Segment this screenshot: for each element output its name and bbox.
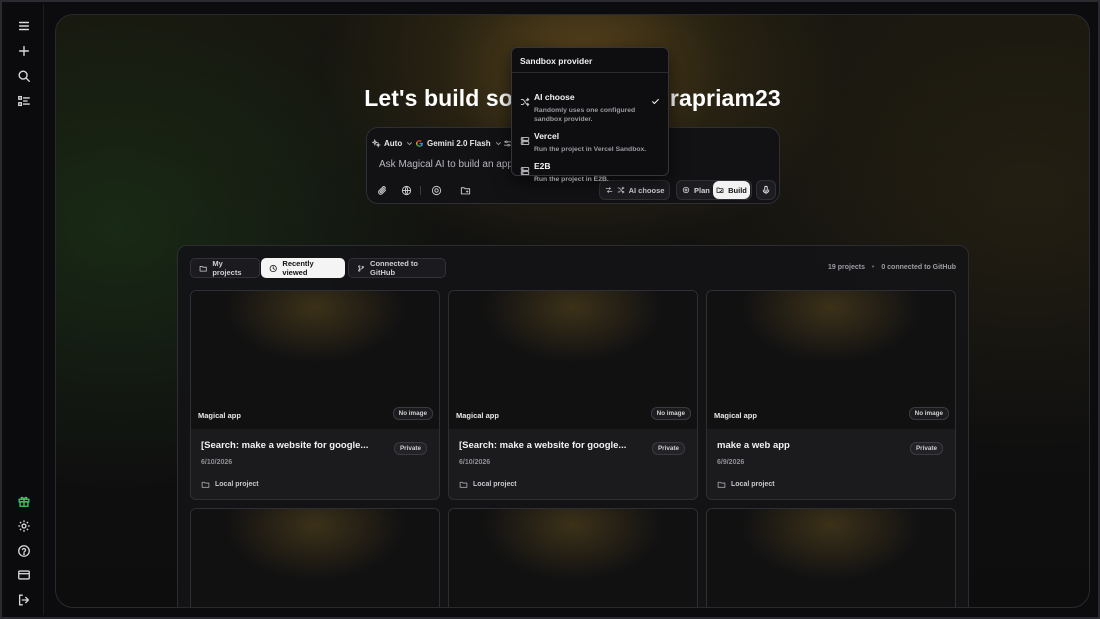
folder-icon	[201, 481, 210, 488]
toolbar-divider	[420, 186, 421, 195]
git-branch-icon	[358, 264, 364, 272]
menu-item-label: AI choose	[534, 92, 575, 102]
project-location: Local project	[459, 480, 517, 489]
help-icon[interactable]	[14, 541, 34, 561]
project-date: 6/10/2026	[459, 459, 491, 466]
tab-recently-viewed[interactable]: Recently viewed	[261, 258, 345, 278]
location-label: Local project	[473, 481, 517, 488]
gear-icon[interactable]	[14, 516, 34, 536]
project-location: Local project	[717, 480, 775, 489]
model-label: Gemini 2.0 Flash	[427, 138, 491, 148]
tab-my-projects[interactable]: My projects	[190, 258, 260, 278]
visibility-badge: Private	[393, 442, 427, 455]
visibility-badge: Private	[909, 442, 943, 455]
folder-icon	[459, 481, 468, 488]
project-thumbnail	[191, 509, 439, 607]
no-image-badge: No image	[650, 407, 691, 420]
search-icon[interactable]	[14, 66, 34, 86]
menu-item-e2b[interactable]: E2B Run the project in E2B.	[512, 161, 668, 183]
project-thumbnail: Magical app No image	[191, 291, 439, 429]
menu-item-description: Run the project in E2B.	[534, 176, 609, 183]
microphone-icon[interactable]	[756, 180, 776, 200]
folder-import-icon[interactable]	[458, 183, 472, 197]
google-g-icon	[416, 139, 423, 147]
project-date: 6/9/2026	[717, 459, 745, 466]
project-card[interactable]: Magical app No image [Search: make a web…	[448, 290, 698, 500]
folder-icon	[199, 265, 207, 271]
main-panel: Let's build so rapriam23 Auto Gemini 2.0 …	[55, 14, 1090, 608]
github-count: 0 connected to GitHub	[881, 264, 956, 271]
menu-item-description: Run the project in Vercel Sandbox.	[534, 146, 647, 153]
mode-label: Auto	[384, 138, 403, 148]
menu-item-label: E2B	[534, 161, 551, 171]
project-stats: 19 projects • 0 connected to GitHub	[828, 264, 956, 271]
thumbnail-label: Magical app	[198, 411, 241, 420]
project-thumbnail	[449, 509, 697, 607]
project-card[interactable]	[448, 508, 698, 607]
app-window: Let's build so rapriam23 Auto Gemini 2.0 …	[0, 0, 1100, 619]
location-label: Local project	[731, 481, 775, 488]
plan-label[interactable]: Plan	[694, 186, 710, 195]
shuffle-icon	[520, 94, 530, 107]
tab-label: My projects	[212, 259, 242, 277]
server-icon	[520, 133, 530, 145]
server-icon	[520, 163, 530, 175]
headline-start: Let's build so	[364, 85, 513, 111]
web-globe-icon[interactable]	[399, 183, 413, 197]
project-card[interactable]: Magical app No image make a web app Priv…	[706, 290, 956, 500]
menu-item-description: Randomly uses one configured sandbox pro…	[534, 107, 636, 123]
project-card[interactable]: Magical app No image [Search: make a web…	[190, 290, 440, 500]
left-rail	[4, 4, 44, 615]
headline-end: rapriam23	[669, 85, 781, 111]
projects-panel: My projects Recently viewed Connected to…	[177, 245, 969, 607]
thumbnail-label: Magical app	[714, 411, 757, 420]
checklist-icon[interactable]	[14, 91, 34, 111]
project-thumbnail	[707, 509, 955, 607]
checkmark-icon	[651, 93, 660, 105]
project-count: 19 projects	[828, 264, 865, 271]
project-location: Local project	[201, 480, 259, 489]
location-label: Local project	[215, 481, 259, 488]
tab-label: Recently viewed	[282, 259, 314, 277]
no-image-badge: No image	[908, 407, 949, 420]
build-label: Build	[728, 185, 747, 195]
project-thumbnail: Magical app No image	[707, 291, 955, 429]
build-button[interactable]: Build	[713, 181, 750, 199]
gift-icon[interactable]	[14, 491, 34, 511]
project-title: make a web app	[717, 440, 790, 451]
clock-icon	[269, 264, 277, 272]
tab-connected-github[interactable]: Connected to GitHub	[348, 258, 446, 278]
folder-icon	[717, 481, 726, 488]
menu-divider	[512, 72, 668, 73]
menu-item-label: Vercel	[534, 131, 560, 141]
visibility-badge: Private	[651, 442, 685, 455]
sandbox-pill-label: AI choose	[628, 185, 665, 195]
tab-label: Connected to GitHub	[370, 259, 418, 277]
project-card[interactable]	[706, 508, 956, 607]
menu-item-ai-choose[interactable]: AI choose Randomly uses one configured s…	[512, 92, 668, 123]
no-image-badge: No image	[392, 407, 433, 420]
mode-selector[interactable]: Auto	[372, 136, 414, 150]
figma-icon[interactable]	[429, 183, 443, 197]
thumbnail-label: Magical app	[456, 411, 499, 420]
menu-item-vercel[interactable]: Vercel Run the project in Vercel Sandbox…	[512, 131, 668, 153]
model-selector[interactable]: Gemini 2.0 Flash	[415, 136, 503, 150]
attach-paperclip-icon[interactable]	[375, 183, 389, 197]
project-date: 6/10/2026	[201, 459, 233, 466]
logout-icon[interactable]	[14, 590, 34, 610]
billing-card-icon[interactable]	[14, 565, 34, 585]
menu-title: Sandbox provider	[520, 56, 593, 66]
project-card[interactable]	[190, 508, 440, 607]
new-project-plus-icon[interactable]	[14, 41, 34, 61]
project-thumbnail: Magical app No image	[449, 291, 697, 429]
sandbox-provider-menu: Sandbox provider AI choose Randomly uses…	[511, 47, 669, 183]
project-title: [Search: make a website for google...	[201, 440, 369, 451]
menu-icon[interactable]	[14, 16, 34, 36]
project-title: [Search: make a website for google...	[459, 440, 627, 451]
